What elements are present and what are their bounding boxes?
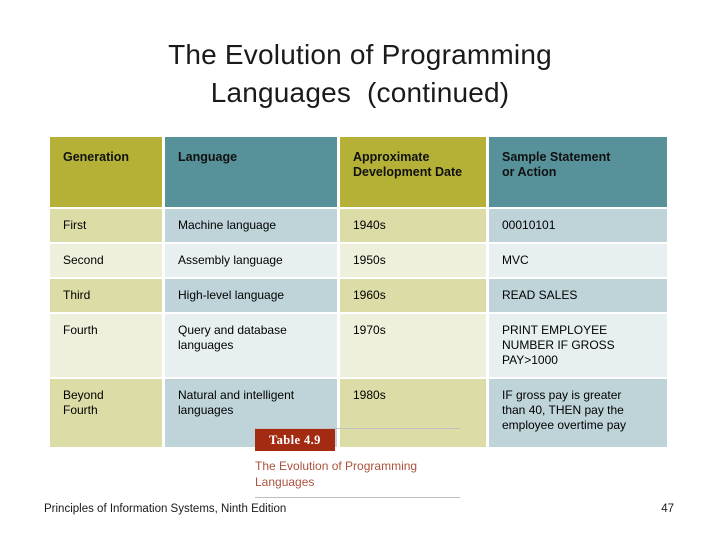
cell-date: 1950s — [340, 244, 486, 277]
cell-generation: Third — [50, 279, 162, 312]
caption-rule-bottom — [255, 497, 460, 498]
cell-language: Assembly language — [165, 244, 337, 277]
table-header-row: Generation Language Approximate Developm… — [50, 137, 667, 207]
cell-date: 1970s — [340, 314, 486, 377]
cell-generation: Fourth — [50, 314, 162, 377]
cell-date: 1940s — [340, 209, 486, 242]
cell-sample: IF gross pay is greater than 40, THEN pa… — [489, 379, 667, 447]
footer-source-text: Principles of Information Systems, Ninth… — [44, 503, 287, 515]
table-header: Generation Language Approximate Developm… — [50, 137, 667, 207]
cell-generation: Second — [50, 244, 162, 277]
column-header-language: Language — [165, 137, 337, 207]
table-row: Third High-level language 1960s READ SAL… — [50, 279, 667, 312]
column-header-sample-statement-or-action: Sample Statement or Action — [489, 137, 667, 207]
page-title: The Evolution of Programming Languages (… — [60, 36, 660, 112]
cell-generation: First — [50, 209, 162, 242]
evolution-of-programming-languages-table: Generation Language Approximate Developm… — [47, 135, 670, 449]
caption-text: The Evolution of Programming Languages — [255, 459, 418, 489]
table-row: Fourth Query and database languages 1970… — [50, 314, 667, 377]
page-title-line-2: Languages (continued) — [210, 77, 510, 108]
cell-sample: 00010101 — [489, 209, 667, 242]
column-header-approximate-development-date: Approximate Development Date — [340, 137, 486, 207]
cell-sample: READ SALES — [489, 279, 667, 312]
evolution-table-container: Generation Language Approximate Developm… — [50, 137, 668, 447]
cell-language: Query and database languages — [165, 314, 337, 377]
column-header-generation: Generation — [50, 137, 162, 207]
slide-footer: Principles of Information Systems, Ninth… — [44, 503, 676, 515]
slide-page-number: 47 — [661, 503, 674, 515]
table-body: First Machine language 1940s 00010101 Se… — [50, 209, 667, 447]
cell-language: High-level language — [165, 279, 337, 312]
table-caption: Table 4.9 The Evolution of Programming L… — [255, 428, 460, 498]
cell-sample: MVC — [489, 244, 667, 277]
table-row: First Machine language 1940s 00010101 — [50, 209, 667, 242]
cell-generation: Beyond Fourth — [50, 379, 162, 447]
page-title-line-1: The Evolution of Programming — [168, 39, 552, 70]
table-number-badge: Table 4.9 — [255, 429, 335, 451]
cell-sample: PRINT EMPLOYEE NUMBER IF GROSS PAY>1000 — [489, 314, 667, 377]
cell-date: 1960s — [340, 279, 486, 312]
table-row: Second Assembly language 1950s MVC — [50, 244, 667, 277]
cell-language: Machine language — [165, 209, 337, 242]
